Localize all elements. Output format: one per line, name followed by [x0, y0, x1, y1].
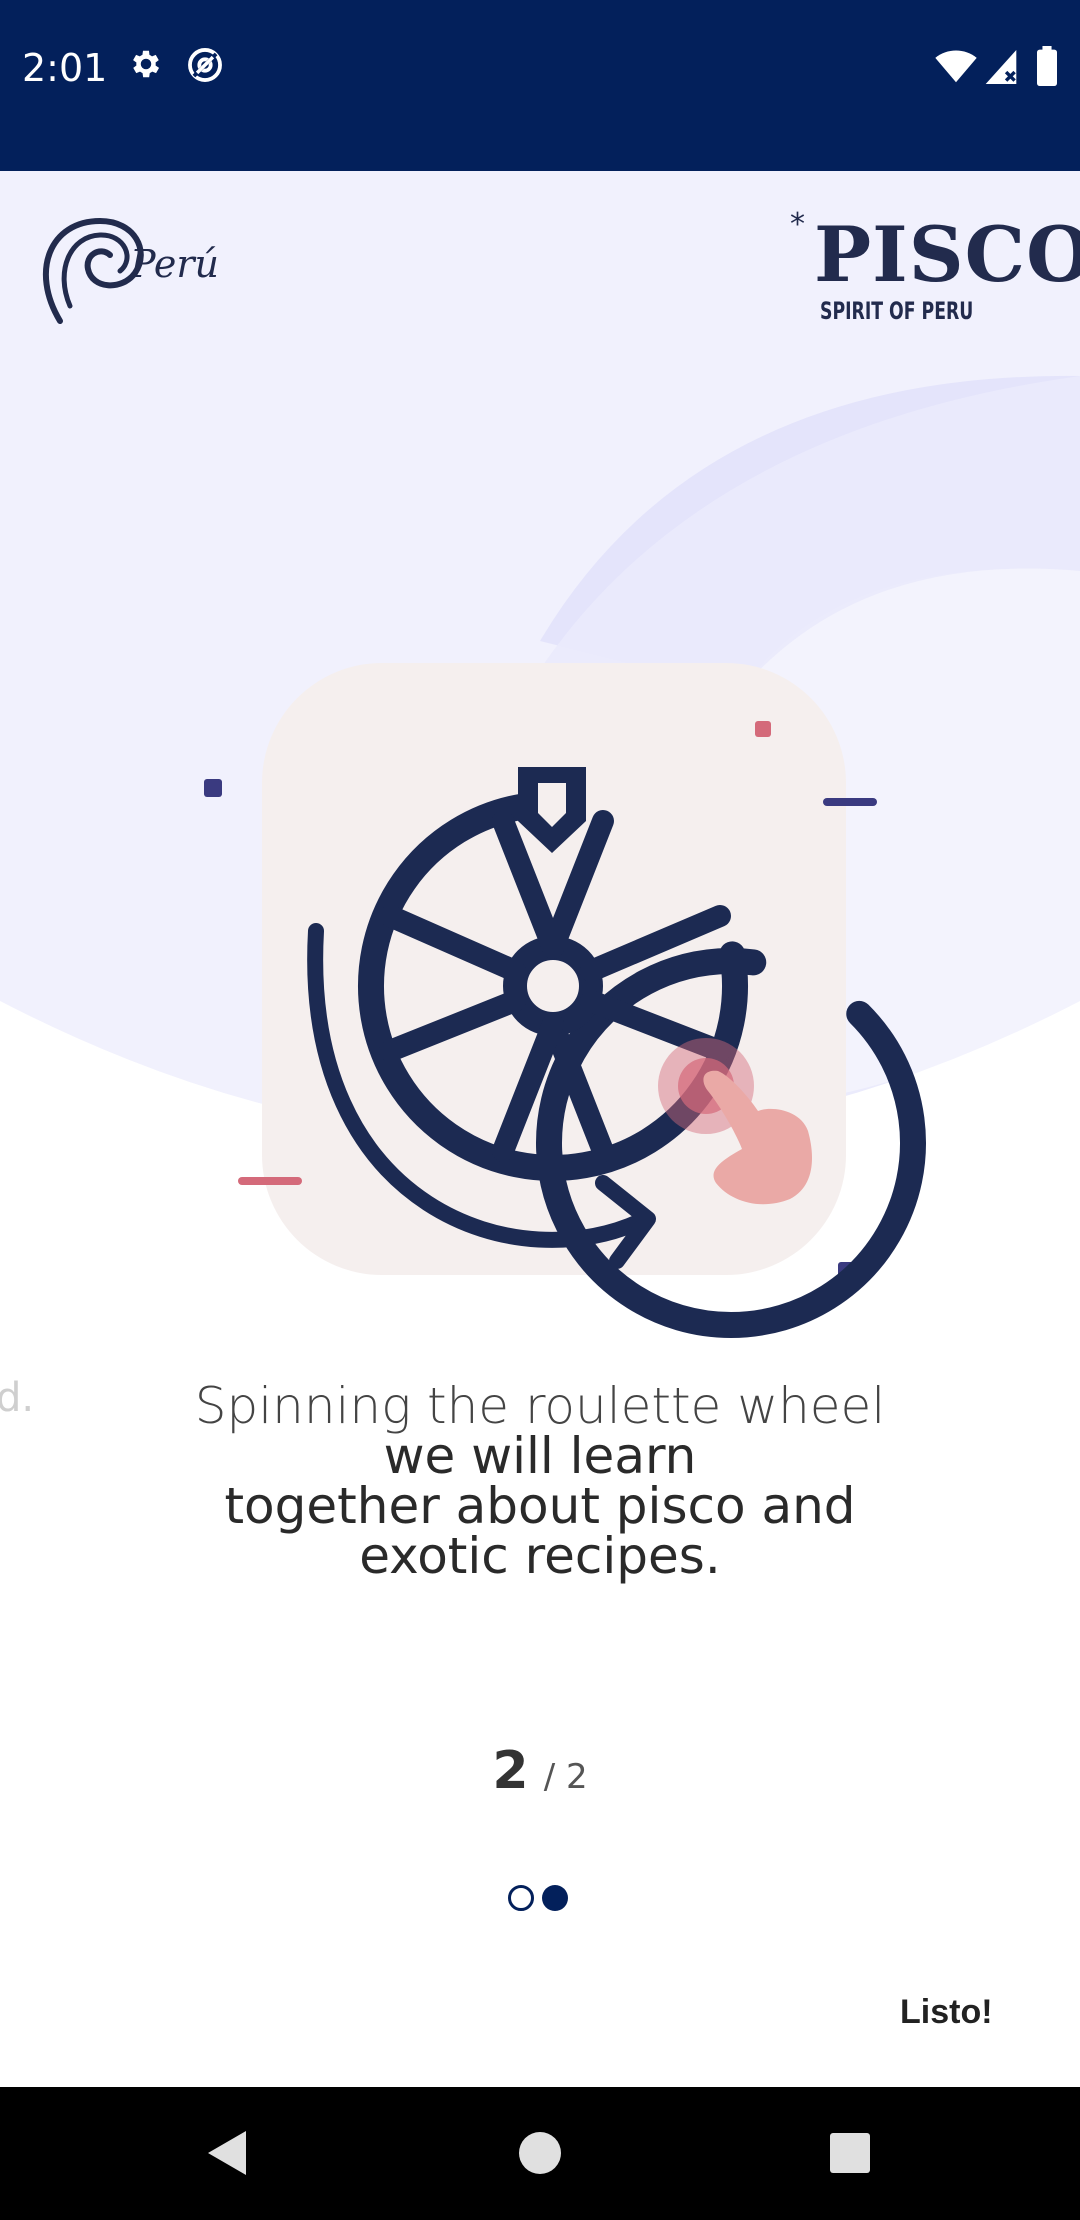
- home-icon[interactable]: [510, 2123, 570, 2183]
- caption-body: we will learn together about pisco and e…: [224, 1427, 856, 1585]
- page-total: / 2: [543, 1757, 588, 1797]
- caption-line-1: Spinning the roulette wheel: [194, 1377, 886, 1435]
- onboarding-caption: Spinning the roulette wheel we will lear…: [140, 1381, 940, 1581]
- deco-square-1: [204, 779, 222, 797]
- signal-icon: [985, 50, 1017, 84]
- settings-icon: [133, 50, 160, 78]
- navigation-bar: [0, 2087, 1080, 2220]
- back-icon[interactable]: [200, 2123, 260, 2183]
- previous-page-text: d.: [0, 1375, 35, 1421]
- recents-icon[interactable]: [820, 2123, 880, 2183]
- page-dot-2[interactable]: [542, 1885, 568, 1911]
- page-current: 2: [492, 1741, 529, 1801]
- battery-icon: [1037, 46, 1057, 86]
- deco-square-2: [755, 721, 771, 737]
- page-indicator: 2 / 2: [0, 1741, 1080, 1801]
- wifi-icon: [935, 50, 977, 83]
- deco-dash-2: [238, 1177, 302, 1185]
- status-time: 2:01: [22, 46, 108, 90]
- page-dot-1[interactable]: [508, 1885, 534, 1911]
- onboarding-screen: Perú * PISCO SPIRIT OF PERU d. Spinning …: [0, 171, 1080, 2087]
- page-dots: [508, 1882, 574, 1914]
- at-sign-icon: [188, 48, 222, 82]
- deco-dash-1: [823, 798, 877, 806]
- done-button[interactable]: Listo!: [900, 1993, 993, 2032]
- status-bar: 2:01: [0, 0, 1080, 171]
